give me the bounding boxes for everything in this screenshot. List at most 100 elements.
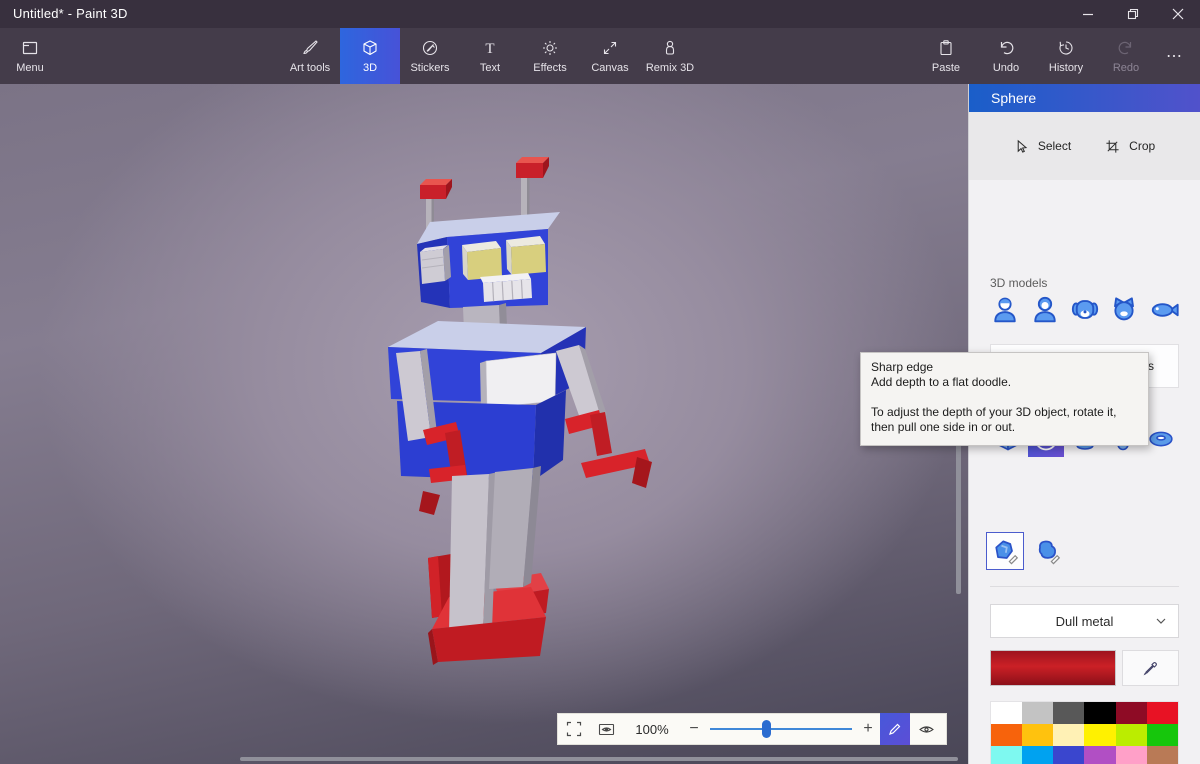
paste-icon: [940, 39, 952, 55]
tab-stickers[interactable]: Stickers: [400, 28, 460, 84]
current-color-swatch[interactable]: [990, 650, 1116, 686]
remix-3d-icon: [665, 40, 675, 55]
tab-text[interactable]: T Text: [460, 28, 520, 84]
eye-icon: [918, 725, 934, 733]
palette-color[interactable]: [1146, 746, 1178, 764]
sharp-edge-doodle-icon: [995, 540, 1019, 565]
model-fish-button[interactable]: [1149, 295, 1179, 330]
select-button[interactable]: Select: [1014, 139, 1071, 154]
minimize-button[interactable]: [1065, 0, 1110, 28]
cat-icon: [1114, 296, 1135, 320]
menu-button[interactable]: Menu: [0, 28, 60, 84]
close-button[interactable]: [1155, 0, 1200, 28]
restore-button[interactable]: [1110, 0, 1155, 28]
palette-color[interactable]: [1053, 746, 1085, 764]
edit-actions: Paste Undo History Redo ⋯: [916, 28, 1192, 84]
effects-icon: [543, 40, 557, 55]
tab-canvas[interactable]: Canvas: [580, 28, 640, 84]
tooltip-title: Sharp edge: [871, 360, 934, 374]
divider: [990, 586, 1179, 587]
palette-color[interactable]: [1115, 724, 1147, 746]
titlebar: Untitled* - Paint 3D: [0, 0, 1200, 28]
crop-button[interactable]: Crop: [1105, 139, 1155, 154]
menu-icon: [22, 41, 38, 54]
history-button[interactable]: History: [1036, 28, 1096, 84]
palette-color[interactable]: [1084, 746, 1116, 764]
history-icon: [1059, 40, 1073, 55]
undo-button[interactable]: Undo: [976, 28, 1036, 84]
palette-color[interactable]: [1053, 724, 1085, 746]
canvas-viewport[interactable]: [0, 84, 968, 764]
torus-object-icon: [1149, 431, 1173, 447]
zoom-slider[interactable]: [706, 713, 856, 745]
soft-edge-doodle-icon: [1038, 540, 1061, 565]
models-heading: 3D models: [990, 276, 1048, 290]
redo-icon: [1118, 41, 1132, 54]
view-mode-button[interactable]: [910, 713, 942, 745]
palette-color[interactable]: [1146, 724, 1178, 746]
palette-color[interactable]: [1084, 724, 1116, 746]
sharp-edge-tooltip: Sharp edge Add depth to a flat doodle. T…: [860, 352, 1149, 447]
model-man-button[interactable]: [990, 295, 1020, 330]
soft-edge-doodle-button[interactable]: [1028, 532, 1066, 570]
select-crop-bar: Select Crop: [969, 112, 1200, 180]
tool-tabs: Art tools 3D Stickers T Text Effects Can…: [280, 28, 700, 84]
zoom-slider-track: [710, 728, 852, 730]
model-cat-button[interactable]: [1109, 295, 1139, 330]
tab-art-tools[interactable]: Art tools: [280, 28, 340, 84]
sticker-icon: [422, 40, 438, 55]
undo-icon: [1000, 41, 1014, 54]
more-options-button[interactable]: ⋯: [1156, 28, 1192, 84]
material-dropdown[interactable]: Dull metal: [990, 604, 1179, 638]
preview-button[interactable]: [590, 713, 622, 745]
menu-label: Menu: [16, 61, 44, 74]
zoom-in-button[interactable]: +: [856, 713, 880, 745]
model-woman-button[interactable]: [1030, 295, 1060, 330]
palette-color[interactable]: [1084, 702, 1116, 724]
tooltip-line1: Add depth to a flat doodle.: [871, 375, 1012, 390]
model-dog-button[interactable]: [1070, 295, 1100, 330]
palette-color[interactable]: [1022, 746, 1054, 764]
eyedropper-button[interactable]: [1122, 650, 1179, 686]
paste-button[interactable]: Paste: [916, 28, 976, 84]
more-icon: ⋯: [1166, 48, 1182, 65]
paint3d-window: Untitled* - Paint 3D Menu Art tools 3D S…: [0, 0, 1200, 764]
woman-icon: [1034, 296, 1056, 322]
tab-remix-3d[interactable]: Remix 3D: [640, 28, 700, 84]
material-value: Dull metal: [1055, 613, 1114, 629]
chevron-down-icon: [1156, 618, 1166, 624]
palette-color[interactable]: [1115, 702, 1147, 724]
window-title: Untitled* - Paint 3D: [13, 6, 128, 21]
canvas-icon: [603, 41, 617, 54]
redo-button[interactable]: Redo: [1096, 28, 1156, 84]
palette-color[interactable]: [991, 702, 1023, 724]
main-toolbar: Menu Art tools 3D Stickers T Text Effect…: [0, 28, 1200, 84]
tab-3d[interactable]: 3D: [340, 28, 400, 84]
palette-color[interactable]: [991, 746, 1023, 764]
zoom-slider-thumb[interactable]: [762, 720, 771, 738]
palette-color[interactable]: [1022, 724, 1054, 746]
palette-color[interactable]: [1022, 702, 1054, 724]
crop-icon: [1106, 139, 1119, 153]
fish-icon: [1151, 302, 1179, 317]
tooltip-line2: To adjust the depth of your 3D object, r…: [871, 405, 1117, 435]
palette-color[interactable]: [1053, 702, 1085, 724]
robot-3d-model[interactable]: [0, 84, 968, 764]
palette-color[interactable]: [1115, 746, 1147, 764]
zoom-out-button[interactable]: −: [682, 713, 706, 745]
cursor-icon: [1017, 139, 1028, 153]
palette-grid: [990, 701, 1179, 764]
draw-mode-button[interactable]: [880, 713, 910, 745]
models-row: [990, 294, 1179, 330]
palette-color[interactable]: [991, 724, 1023, 746]
dog-icon: [1071, 299, 1098, 319]
tab-effects[interactable]: Effects: [520, 28, 580, 84]
palette-color[interactable]: [1146, 702, 1178, 724]
sharp-edge-doodle-button[interactable]: [986, 532, 1024, 570]
man-icon: [994, 297, 1016, 322]
panel-title: Sphere: [969, 84, 1200, 112]
horizontal-scrollbar[interactable]: [240, 757, 958, 761]
canvas-toolbar: 100% − +: [557, 713, 947, 745]
zoom-level: 100%: [635, 721, 669, 737]
fit-to-view-button[interactable]: [558, 713, 590, 745]
